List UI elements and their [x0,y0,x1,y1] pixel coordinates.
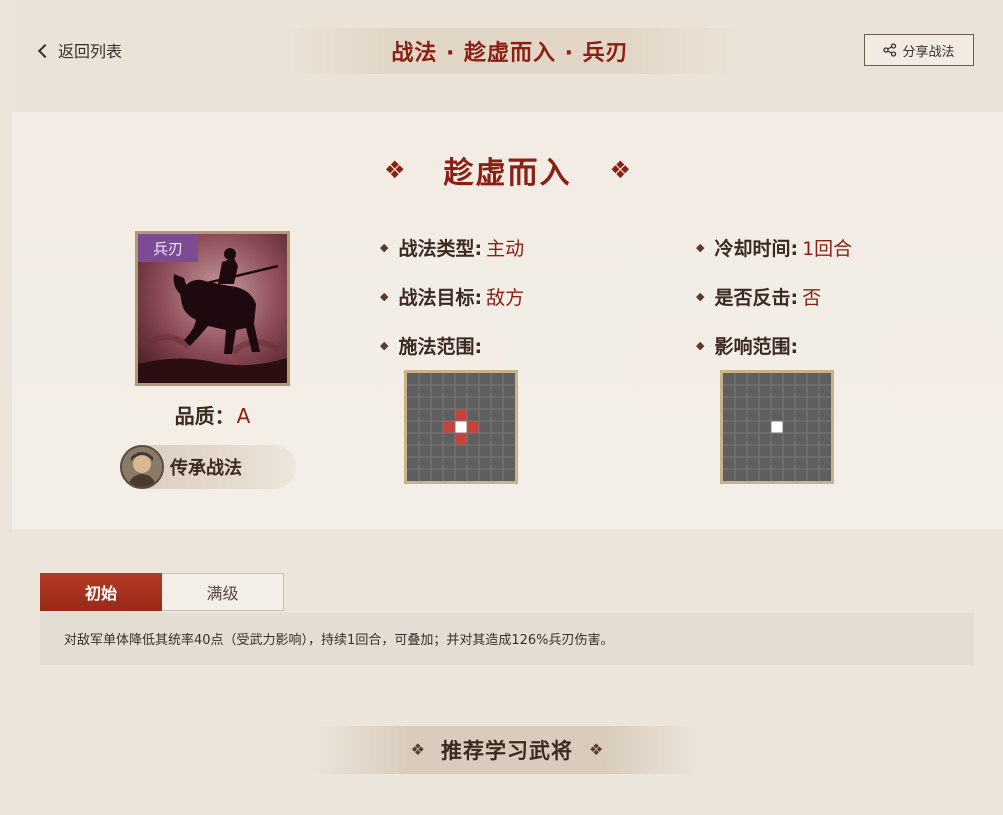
share-label: 分享战法 [902,44,955,60]
ornament-diamond-icon: ❖ [609,156,632,184]
attr-counter-attack: ◆ 是否反击: 否 [696,283,821,310]
back-label: 返回列表 [58,42,123,61]
inherit-label: 传承战法 [170,458,242,479]
attr-key: 是否反击: [714,287,799,309]
grid-range-cell [455,409,467,421]
general-avatar [120,445,164,489]
ornament-diamond-icon: ❖ [589,740,604,759]
page-title-banner: 战法 · 趁虚而入 · 兵刃 [280,28,740,74]
attr-key: 影响范围: [714,336,799,358]
share-skill-button[interactable]: 分享战法 [864,34,974,66]
skill-description: 对敌军单体降低其统率40点（受武力影响），持续1回合，可叠加；并对其造成126%… [40,613,974,665]
grid-range-cell [443,421,455,433]
attr-key: 冷却时间: [714,238,799,260]
tab-max-level[interactable]: 满级 [162,573,284,611]
quality-row: 品质： A [135,400,290,429]
bullet-diamond-icon: ◆ [696,339,705,352]
header: 返回列表 战法 · 趁虚而入 · 兵刃 分享战法 [12,0,1003,112]
attr-cast-range: ◆ 施法范围: [380,332,482,359]
quality-value: A [236,404,251,428]
skill-card: ❖ 趁虚而入 ❖ 兵刃 品质： A 传承战法 ◆ 战法类型: 主动 ◆ 战法目标… [12,112,1003,529]
grid-center-cell [771,421,783,433]
skill-portrait: 兵刃 [135,231,290,386]
attr-value: 1回合 [802,238,853,260]
damage-type-tag: 兵刃 [138,234,198,262]
skill-title: ❖ 趁虚而入 ❖ [12,148,1003,192]
attr-value: 主动 [486,238,525,260]
attr-effect-range: ◆ 影响范围: [696,332,798,359]
attr-value: 否 [802,287,822,309]
attr-skill-target: ◆ 战法目标: 敌方 [380,283,524,310]
attr-cooldown: ◆ 冷却时间: 1回合 [696,234,852,261]
tab-initial[interactable]: 初始 [40,573,162,611]
grid-center-cell [455,421,467,433]
recommend-title: 推荐学习武将 [441,739,573,763]
inherit-skill-button[interactable]: 传承战法 [120,445,296,489]
share-icon [883,43,897,57]
bullet-diamond-icon: ◆ [696,290,705,303]
quality-label: 品质： [174,404,235,428]
cast-range-grid [404,370,518,484]
chevron-left-icon [37,43,53,58]
ornament-diamond-icon: ❖ [383,156,406,184]
attr-skill-type: ◆ 战法类型: 主动 [380,234,524,261]
back-to-list-button[interactable]: 返回列表 [37,38,123,62]
bullet-diamond-icon: ◆ [380,339,389,352]
grid-range-cell [455,433,467,445]
bullet-diamond-icon: ◆ [380,241,389,254]
bullet-diamond-icon: ◆ [380,290,389,303]
page-title: 战法 · 趁虚而入 · 兵刃 [391,41,629,66]
grid-range-cell [467,421,479,433]
attr-key: 战法类型: [398,238,483,260]
bullet-diamond-icon: ◆ [696,241,705,254]
attr-value: 敌方 [486,287,525,309]
attr-key: 战法目标: [398,287,483,309]
attr-key: 施法范围: [398,336,483,358]
effect-range-grid [720,370,834,484]
recommend-generals-banner: ❖ 推荐学习武将 ❖ [312,726,702,774]
page: 返回列表 战法 · 趁虚而入 · 兵刃 分享战法 ❖ 趁虚而入 ❖ 兵刃 品质：… [12,0,1003,815]
level-tabs: 初始 满级 [40,573,284,611]
ornament-diamond-icon: ❖ [410,740,425,759]
skill-name: 趁虚而入 [443,156,572,191]
